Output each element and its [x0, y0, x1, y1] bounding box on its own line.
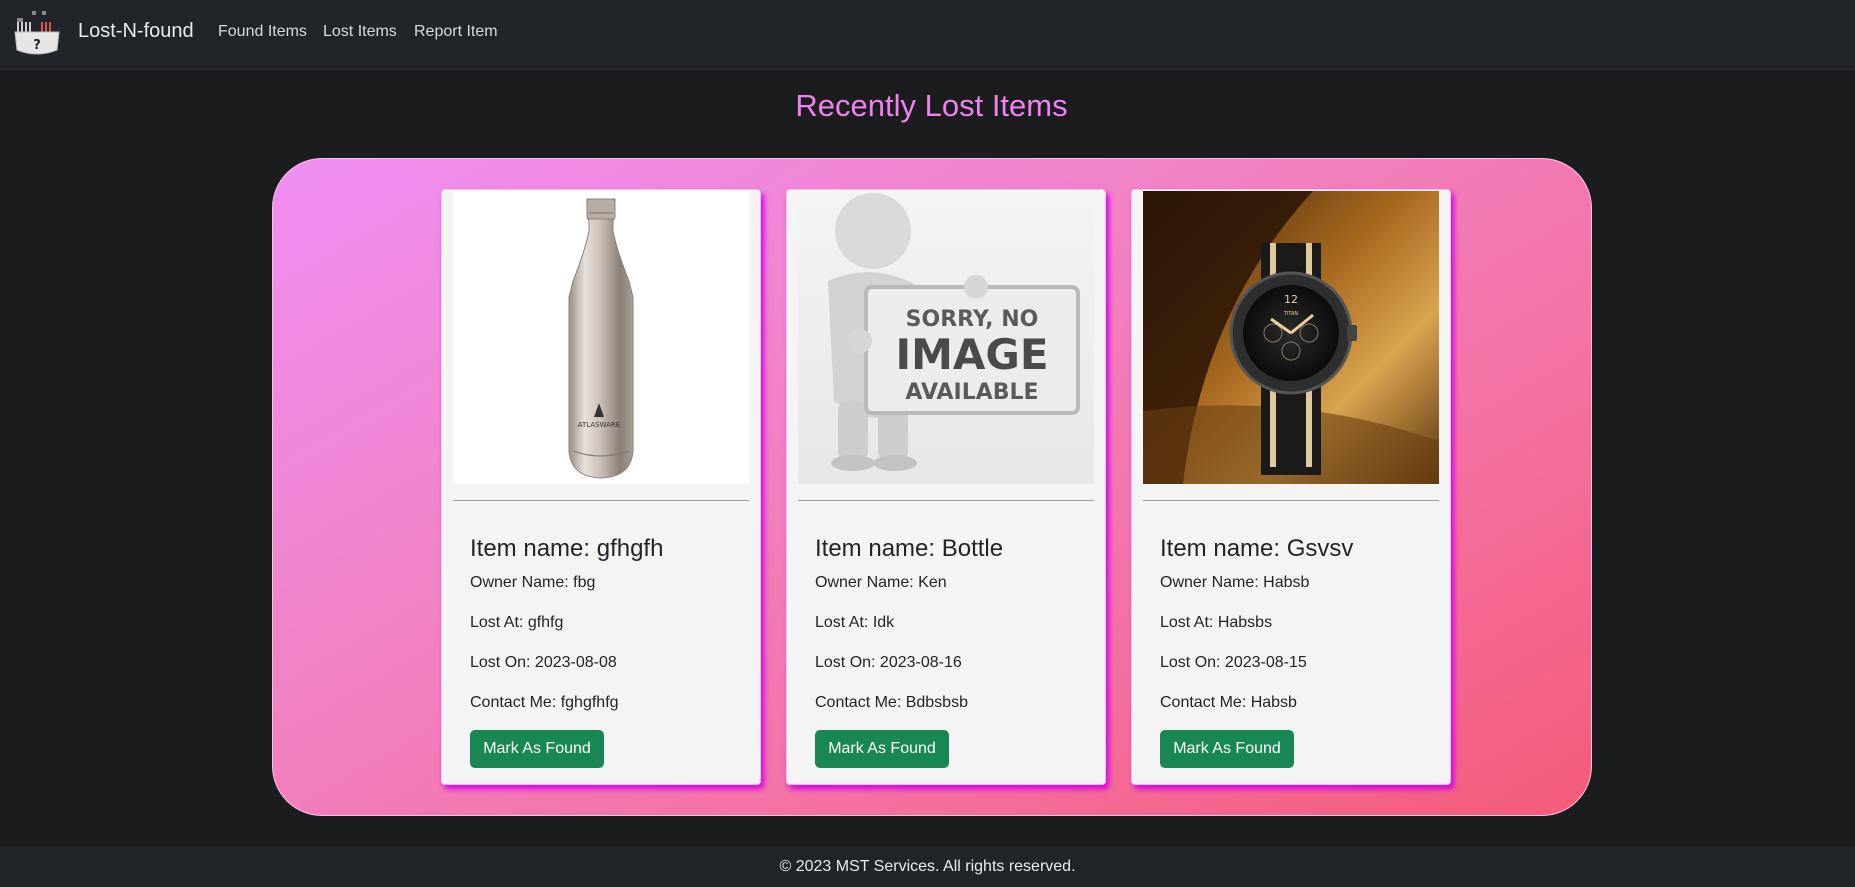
- placeholder-text-line-1: SORRY, NO: [906, 307, 1039, 332]
- nav-link-found-items[interactable]: Found Items: [218, 23, 307, 41]
- lost-at: Lost At: Idk: [815, 614, 895, 631]
- svg-text:?: ?: [33, 38, 41, 53]
- nav-link-lost-items[interactable]: Lost Items: [323, 23, 397, 41]
- owner-name: Owner Name: fbg: [470, 574, 596, 591]
- footer: © 2023 MST Services. All rights reserved…: [0, 846, 1855, 887]
- footer-copyright: © 2023 MST Services. All rights reserved…: [779, 858, 1076, 875]
- no-image-placeholder: SORRY, NO IMAGE AVAILABLE: [798, 191, 1094, 484]
- brand-name[interactable]: Lost-N-found: [78, 20, 194, 43]
- placeholder-text-line-3: AVAILABLE: [905, 380, 1038, 405]
- lost-at: Lost At: gfhfg: [470, 614, 564, 631]
- svg-text:12: 12: [1284, 293, 1298, 306]
- owner-name: Owner Name: Ken: [815, 574, 947, 591]
- contact: Contact Me: Habsb: [1160, 694, 1297, 711]
- item-name: Item name: Gsvsv: [1160, 535, 1354, 562]
- watch-brand-text: TITAN: [1283, 311, 1299, 317]
- nav-link-report-item[interactable]: Report Item: [414, 23, 498, 41]
- mark-as-found-button[interactable]: Mark As Found: [1160, 730, 1294, 768]
- top-navbar: ? Lost-N-found Found Items Lost Items Re…: [0, 0, 1855, 70]
- lost-at: Lost At: Habsbs: [1160, 614, 1273, 631]
- owner-name: Owner Name: Habsb: [1160, 574, 1310, 591]
- lost-item-card: SORRY, NO IMAGE AVAILABLE Item name: Bot…: [786, 189, 1106, 785]
- mark-as-found-button[interactable]: Mark As Found: [470, 730, 604, 768]
- lost-on: Lost On: 2023-08-15: [1160, 654, 1307, 671]
- bottle-brand-text: ATLASWARE: [578, 421, 620, 429]
- card-divider: [798, 500, 1094, 501]
- lost-item-card: 12 TITAN Item name: Gsvsv Owner Name: Ha…: [1131, 189, 1451, 785]
- mark-as-found-button[interactable]: Mark As Found: [815, 730, 949, 768]
- lost-and-found-logo-icon[interactable]: ?: [12, 8, 62, 58]
- item-name: Item name: gfhgfh: [470, 535, 664, 562]
- lost-on: Lost On: 2023-08-08: [470, 654, 617, 671]
- contact: Contact Me: fghgfhfg: [470, 694, 619, 711]
- page-title: Recently Lost Items: [795, 88, 1068, 123]
- wrist-watch-image: 12 TITAN: [1143, 191, 1439, 484]
- steel-bottle-image: ATLASWARE: [453, 191, 749, 484]
- lost-item-card: ATLASWARE Item name: gfhgfh Owner Name: …: [441, 189, 761, 785]
- contact: Contact Me: Bdbsbsb: [815, 694, 968, 711]
- card-divider: [1143, 500, 1439, 501]
- card-divider: [453, 500, 749, 501]
- placeholder-text-line-2: IMAGE: [895, 330, 1048, 379]
- item-name: Item name: Bottle: [815, 535, 1004, 562]
- lost-on: Lost On: 2023-08-16: [815, 654, 962, 671]
